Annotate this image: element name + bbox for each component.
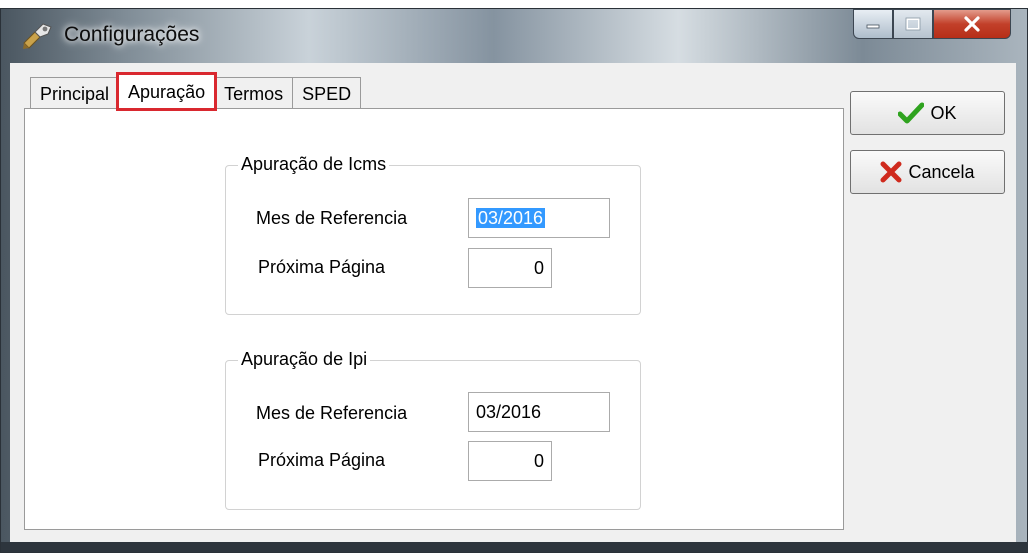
window-bottom-border <box>1 542 1028 552</box>
app-icon <box>21 21 55 51</box>
tab-sped[interactable]: SPED <box>292 77 362 109</box>
icms-group-legend: Apuração de Icms <box>238 154 390 175</box>
title-bar[interactable]: Configurações <box>1 9 1027 63</box>
window-title: Configurações <box>64 23 200 46</box>
dialog-client-area: Principal Apuração Termos SPED Apuração … <box>10 63 1016 544</box>
cancel-button[interactable]: Cancela <box>850 150 1005 194</box>
ipi-group-legend: Apuração de Ipi <box>238 349 371 370</box>
tab-apuracao[interactable]: Apuração <box>116 72 218 111</box>
dialog-window: Configurações Principal Apuração Termos … <box>0 8 1028 553</box>
check-icon <box>898 102 925 124</box>
maximize-icon <box>905 17 921 31</box>
icms-mes-input[interactable]: 03/2016 <box>468 198 610 238</box>
cancel-x-icon <box>880 161 902 183</box>
maximize-button[interactable] <box>893 9 933 39</box>
tab-panel-apuracao: Apuração de Icms Mes de Referencia 03/20… <box>24 108 844 530</box>
icms-group: Apuração de Icms Mes de Referencia 03/20… <box>225 154 641 315</box>
ipi-group: Apuração de Ipi Mes de Referencia 03/201… <box>225 349 641 510</box>
tab-strip: Principal Apuração Termos SPED <box>30 72 362 111</box>
ipi-mes-label: Mes de Referencia <box>256 403 408 423</box>
minimize-icon <box>866 24 880 29</box>
cancel-button-label: Cancela <box>908 161 975 182</box>
tab-termos[interactable]: Termos <box>214 77 294 109</box>
ipi-pagina-input[interactable]: 0 <box>468 441 552 481</box>
icms-mes-value: 03/2016 <box>476 208 546 228</box>
background-strip <box>0 0 1028 8</box>
tab-principal[interactable]: Principal <box>30 77 120 109</box>
icms-mes-label: Mes de Referencia <box>256 208 408 228</box>
ipi-mes-value: 03/2016 <box>476 402 542 422</box>
icms-pagina-input[interactable]: 0 <box>468 248 552 288</box>
ipi-pagina-value: 0 <box>533 451 544 471</box>
icms-pagina-label: Próxima Página <box>258 257 386 277</box>
ok-button[interactable]: OK <box>850 91 1005 135</box>
ipi-pagina-label: Próxima Página <box>258 450 386 470</box>
minimize-button[interactable] <box>853 9 893 39</box>
icms-pagina-value: 0 <box>533 258 544 278</box>
ipi-mes-input[interactable]: 03/2016 <box>468 392 610 432</box>
ok-button-label: OK <box>930 102 957 123</box>
close-icon <box>964 16 980 32</box>
close-button[interactable] <box>933 9 1011 39</box>
